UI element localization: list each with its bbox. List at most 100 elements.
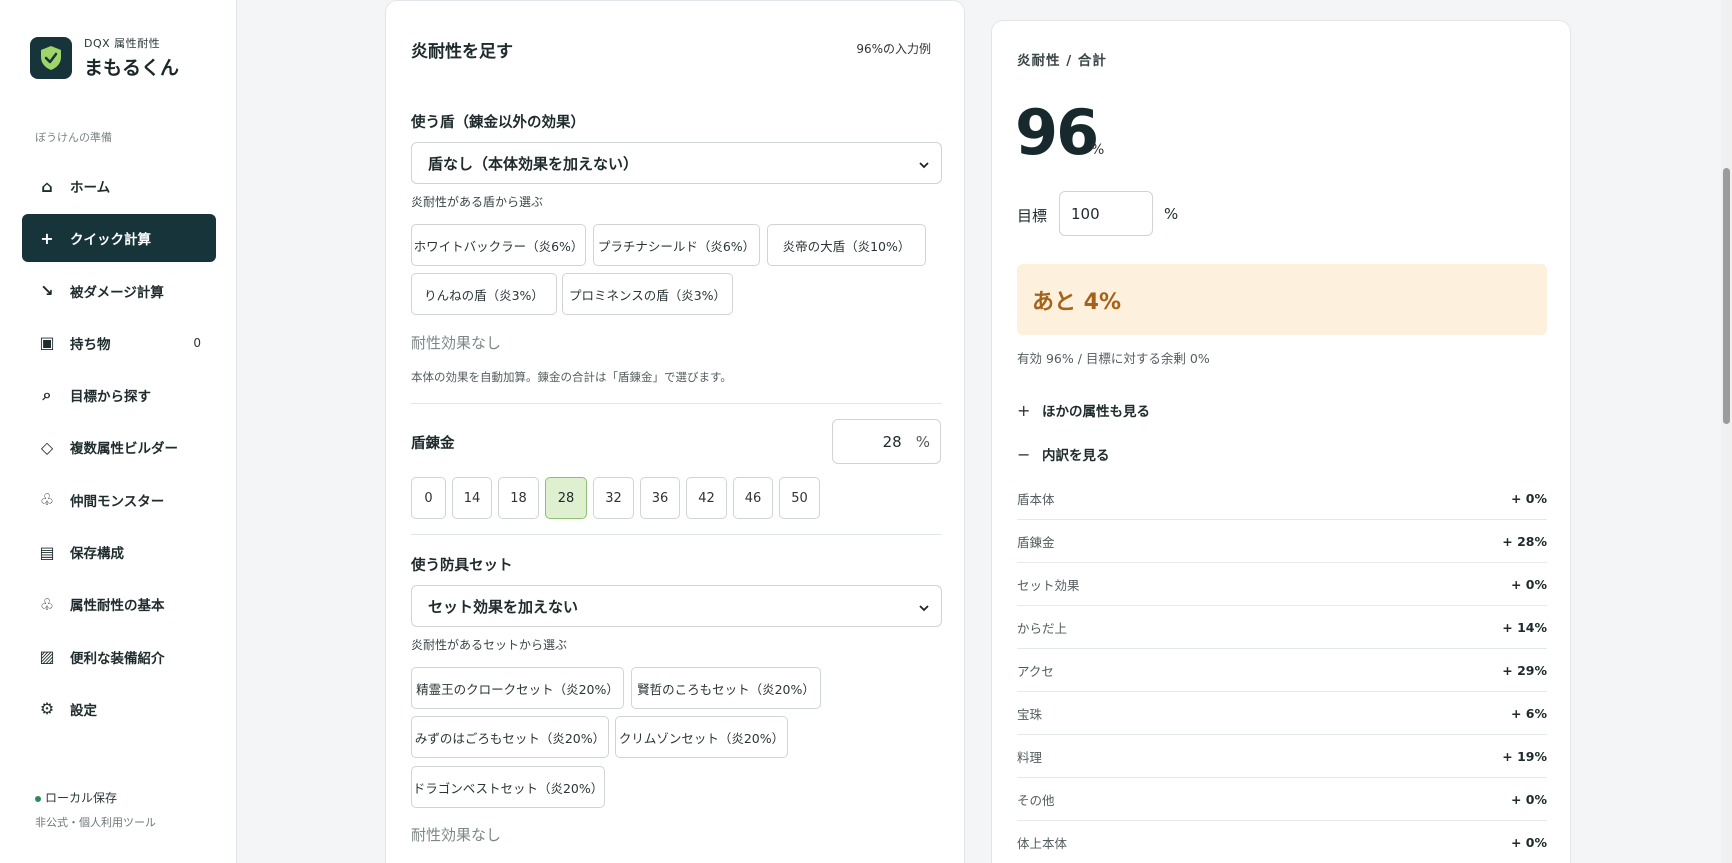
sidebar-item-label: 持ち物 [70, 336, 111, 353]
breakdown-value: + 14% [1502, 619, 1547, 635]
other-attributes-toggle[interactable]: + ほかの属性も見る [1017, 400, 1150, 421]
sidebar-item-search-target[interactable]: ⌕ 目標から探す [22, 371, 216, 419]
list-item: 盾本体 + 0% [1017, 477, 1547, 520]
alchemy-option[interactable]: 36 [640, 477, 680, 519]
armor-set-select[interactable]: セット効果を加えない [411, 585, 942, 627]
shield-sub-label: 炎耐性がある盾から選ぶ [411, 195, 544, 209]
sidebar-item-multi-builder[interactable]: ◇ 複数属性ビルダー [22, 423, 216, 471]
breakdown-key: その他 [1017, 792, 1055, 808]
armor-set-chip[interactable]: 精霊王のクロークセット（炎20%） [411, 667, 624, 709]
divider [411, 534, 942, 535]
target-input[interactable]: 100 [1059, 191, 1153, 236]
home-icon: ⌂ [41, 176, 53, 196]
breakdown-list: 盾本体 + 0% 盾錬金 + 28% セット効果 + 0% からだ上 + 14% アクセ… [1017, 477, 1547, 863]
armor-set-chip[interactable]: クリムゾンセット（炎20%） [615, 716, 788, 758]
sidebar-item-home[interactable]: ⌂ ホーム [22, 162, 216, 210]
alchemy-option[interactable]: 0 [411, 477, 446, 519]
sidebar-item-basics[interactable]: ♧ 属性耐性の基本 [22, 580, 216, 628]
shield-chip[interactable]: プラチナシールド（炎6%） [593, 224, 760, 266]
sidebar-item-settings[interactable]: ⚙ 設定 [22, 685, 216, 733]
armor-set-chip[interactable]: ドラゴンベストセット（炎20%） [411, 766, 605, 808]
shield-chip[interactable]: プロミネンスの盾（炎3%） [562, 273, 733, 315]
breakdown-value: + 0% [1510, 490, 1547, 506]
armor-set-chip[interactable]: 賢哲のころもセット（炎20%） [631, 667, 821, 709]
breakdown-key: 盾本体 [1017, 491, 1055, 507]
sidebar-item-label: 複数属性ビルダー [70, 441, 178, 458]
logo-title: まもるくん [84, 57, 180, 79]
sidebar-item-inventory[interactable]: ▣ 持ち物 0 [22, 319, 216, 367]
breakdown-key: アクセ [1017, 663, 1054, 679]
plus-icon: + [1017, 400, 1031, 420]
sidebar-section-label: ぼうけんの準備 [35, 131, 112, 144]
club-icon: ♧ [39, 490, 55, 510]
sidebar-item-label: 便利な装備紹介 [70, 650, 165, 667]
armor-set-select-value: セット効果を加えない [428, 597, 579, 616]
shield-label: 使う盾（錬金以外の効果） [411, 115, 585, 131]
scrollbar-thumb[interactable] [1723, 168, 1730, 424]
armor-set-chip[interactable]: みずのはごろもセット（炎20%） [411, 716, 609, 758]
sidebar-item-label: 目標から探す [70, 389, 151, 406]
sidebar-nav: ⌂ ホーム + クイック計算 ↘ 被ダメージ計算 ▣ 持ち物 0 ⌕ 目標から探… [22, 162, 216, 737]
sidebar-item-monsters[interactable]: ♧ 仲間モンスター [22, 476, 216, 524]
total-unit: % [1091, 142, 1105, 158]
fire-resist-summary-panel: 炎耐性 / 合計 96 % 目標 100 % あと 4% 有効 96% / 目標… [991, 20, 1571, 863]
example-link[interactable]: 96%の入力例 [856, 40, 931, 57]
alchemy-unit: % [915, 432, 930, 451]
list-item: 宝珠 + 6% [1017, 692, 1547, 735]
sidebar-item-label: 保存構成 [70, 546, 124, 563]
shield-chip[interactable]: ホワイトバックラー（炎6%） [411, 224, 586, 266]
target-input-value: 100 [1071, 204, 1100, 223]
alchemy-label: 盾錬金 [411, 436, 455, 452]
sidebar-item-quick-calc[interactable]: + クイック計算 [22, 214, 216, 263]
armor-set-label: 使う防具セット [411, 558, 513, 574]
alchemy-input[interactable]: 28 % [832, 419, 941, 464]
breakdown-key: 宝珠 [1017, 706, 1043, 722]
sidebar-item-saved[interactable]: ▤ 保存構成 [22, 528, 216, 576]
alchemy-input-value: 28 [882, 432, 902, 451]
breakdown-value: + 0% [1510, 576, 1547, 592]
logo-subtitle: DQX 属性耐性 [84, 37, 161, 50]
armor-set-no-effect-text: 耐性効果なし [411, 826, 502, 844]
alchemy-option[interactable]: 42 [686, 477, 727, 519]
sidebar-item-label: ホーム [70, 180, 111, 196]
sidebar-item-label: 仲間モンスター [70, 493, 165, 510]
shield-select-value: 盾なし（本体効果を加えない） [428, 154, 639, 173]
shield-chip[interactable]: 炎帝の大盾（炎10%） [767, 224, 926, 266]
alchemy-option[interactable]: 50 [779, 477, 820, 519]
card-title: 炎耐性を足す [411, 42, 513, 62]
hatch-icon: ▨ [39, 647, 55, 667]
sidebar-item-label: 設定 [70, 702, 97, 719]
chevron-down-icon [919, 156, 929, 174]
breakdown-toggle[interactable]: − 内訳を見る [1017, 444, 1110, 465]
inventory-count-badge: 0 [193, 335, 201, 350]
breakdown-value: + 6% [1510, 705, 1547, 721]
sidebar-item-label: 被ダメージ計算 [70, 284, 164, 301]
breakdown-value: + 19% [1502, 748, 1547, 764]
remaining-banner: あと 4% [1017, 264, 1547, 335]
summary-heading: 炎耐性 / 合計 [1017, 53, 1107, 69]
diagonal-arrow-icon: ↘ [40, 281, 54, 301]
alchemy-option[interactable]: 18 [498, 477, 539, 519]
breakdown-key: セット効果 [1017, 577, 1080, 593]
storage-status: ローカル保存 [45, 791, 118, 805]
sidebar-item-equipment[interactable]: ▨ 便利な装備紹介 [22, 633, 216, 681]
breakdown-value: + 29% [1502, 662, 1547, 678]
divider [411, 403, 942, 404]
shield-chip[interactable]: りんねの盾（炎3%） [411, 273, 557, 315]
sidebar-item-damage-calc[interactable]: ↘ 被ダメージ計算 [22, 267, 216, 315]
club-icon: ♧ [39, 594, 55, 614]
alchemy-option-selected[interactable]: 28 [545, 477, 587, 519]
sidebar: DQX 属性耐性 まもるくん ぼうけんの準備 ⌂ ホーム + クイック計算 ↘ … [0, 0, 237, 863]
alchemy-option[interactable]: 32 [593, 477, 634, 519]
shield-select[interactable]: 盾なし（本体効果を加えない） [411, 142, 942, 184]
target-label: 目標 [1017, 207, 1048, 225]
alchemy-option[interactable]: 46 [733, 477, 773, 519]
alchemy-option[interactable]: 14 [452, 477, 492, 519]
remaining-text: あと 4% [1032, 289, 1122, 315]
page-scrollbar[interactable] [1721, 0, 1732, 863]
breakdown-key: 料理 [1017, 749, 1043, 765]
app-logo[interactable]: DQX 属性耐性 まもるくん [30, 35, 179, 80]
list-item: アクセ + 29% [1017, 649, 1547, 692]
toggle-label: 内訳を見る [1042, 448, 1110, 464]
breakdown-value: + 0% [1510, 834, 1547, 850]
